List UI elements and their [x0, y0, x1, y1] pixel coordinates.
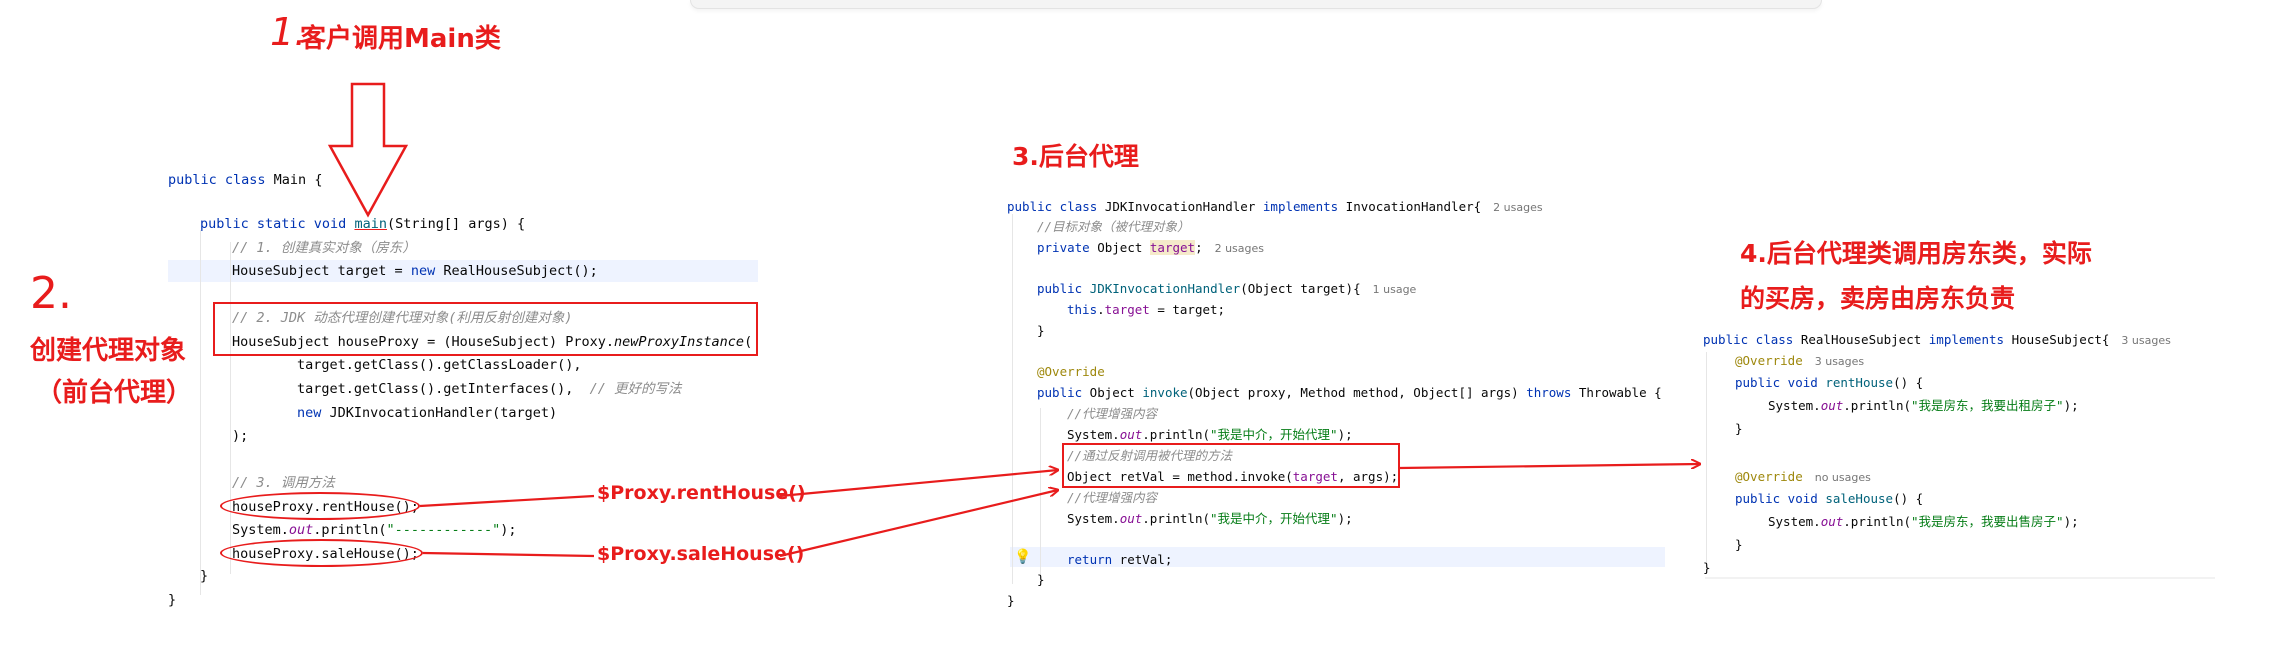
arrow-sale-to-label: [422, 551, 595, 558]
arrow-rent-to-handler: [779, 470, 1058, 498]
annotation-arrows: [327, 82, 2215, 579]
down-arrow-to-main: [327, 82, 409, 218]
arrow-handler-to-real: [1399, 464, 1700, 468]
arrow-sale-to-handler: [779, 490, 1058, 558]
arrow-rent-to-label: [419, 494, 595, 508]
